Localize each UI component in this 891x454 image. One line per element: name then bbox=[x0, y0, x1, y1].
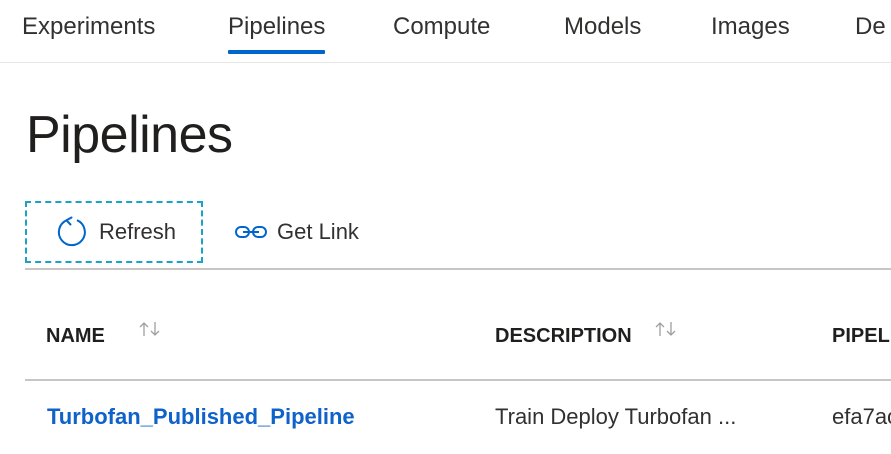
page-title: Pipelines bbox=[26, 106, 233, 164]
tab-experiments[interactable]: Experiments bbox=[22, 10, 155, 44]
refresh-icon bbox=[55, 215, 89, 249]
toolbar-divider bbox=[25, 268, 891, 270]
get-link-label: Get Link bbox=[277, 219, 359, 244]
sort-icon[interactable] bbox=[137, 320, 163, 338]
sort-icon[interactable] bbox=[653, 320, 679, 338]
pipeline-id: efa7ac bbox=[832, 404, 891, 429]
get-link-button[interactable]: Get Link bbox=[234, 201, 359, 263]
tab-images[interactable]: Images bbox=[711, 10, 790, 44]
column-header-description-label: DESCRIPTION bbox=[495, 325, 632, 347]
column-header-pipeline-id[interactable]: PIPELI bbox=[832, 322, 891, 350]
tab-compute[interactable]: Compute bbox=[393, 10, 490, 44]
pipelines-page: Experiments Pipelines Compute Models Ima… bbox=[0, 0, 891, 454]
column-header-name[interactable]: NAME bbox=[46, 322, 163, 350]
column-header-pipeline-id-label: PIPELI bbox=[832, 325, 891, 347]
link-icon bbox=[234, 223, 268, 241]
column-header-name-label: NAME bbox=[46, 325, 105, 347]
table-header-divider bbox=[25, 379, 891, 381]
top-nav-tabs: Experiments Pipelines Compute Models Ima… bbox=[0, 0, 891, 63]
tab-deployments-truncated[interactable]: De bbox=[855, 10, 886, 44]
column-header-description[interactable]: DESCRIPTION bbox=[495, 322, 679, 350]
tab-models[interactable]: Models bbox=[564, 10, 641, 44]
refresh-button[interactable]: Refresh bbox=[25, 201, 203, 263]
tab-pipelines[interactable]: Pipelines bbox=[228, 10, 326, 54]
pipeline-description: Train Deploy Turbofan ... bbox=[495, 404, 737, 429]
refresh-label: Refresh bbox=[99, 219, 177, 244]
pipeline-name-link[interactable]: Turbofan_Published_Pipeline bbox=[47, 402, 355, 432]
